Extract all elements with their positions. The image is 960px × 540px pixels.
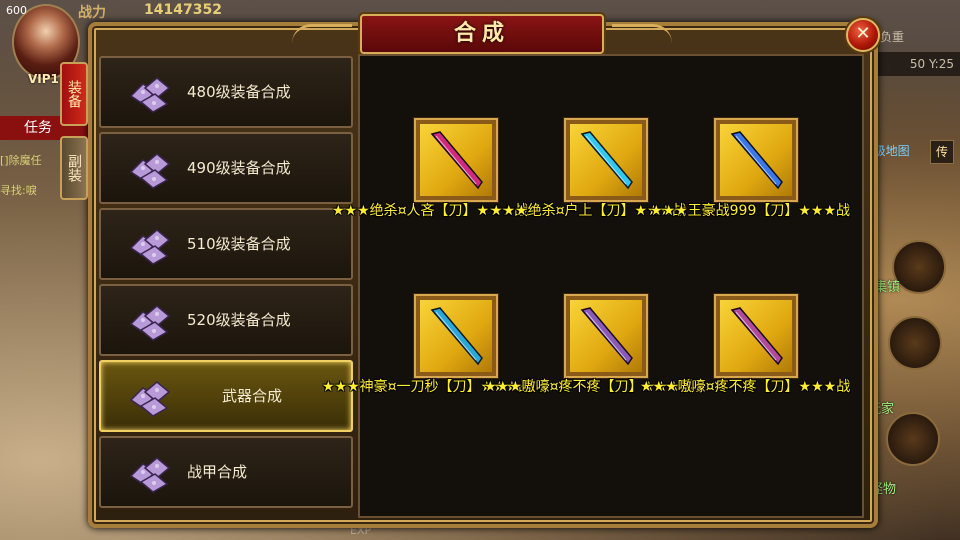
blade-weapon-icon — [730, 307, 783, 366]
gem-cluster-icon — [129, 77, 171, 113]
list-item-label: 520级装备合成 — [187, 311, 291, 329]
gem-cluster-icon — [129, 457, 171, 493]
blade-weapon-icon — [730, 131, 783, 190]
list-item-480[interactable]: 480级装备合成 — [99, 56, 353, 128]
blade-weapon-icon — [580, 307, 633, 366]
list-item-weapon[interactable]: 武器合成 — [99, 360, 353, 432]
list-item-label: 490级装备合成 — [187, 159, 291, 177]
list-item-label: 武器合成 — [221, 387, 282, 405]
side-action-button[interactable] — [886, 412, 940, 466]
item-name-label: ★★★王豪战999【刀】★★★战 — [650, 203, 851, 219]
blade-weapon-icon — [580, 131, 633, 190]
blade-weapon-icon — [430, 131, 483, 190]
gem-cluster-icon — [129, 305, 171, 341]
coordinates-readout: 50 Y:25 — [866, 52, 960, 76]
list-item-490[interactable]: 490级装备合成 — [99, 132, 353, 204]
weapon-slot[interactable] — [716, 296, 796, 376]
weapon-slot[interactable] — [566, 296, 646, 376]
weapon-slot[interactable] — [416, 120, 496, 200]
player-level: 600 — [6, 4, 27, 17]
list-item-label: 战甲合成 — [187, 463, 248, 481]
tab-sub-equipment-label: 副装 — [66, 154, 82, 182]
side-action-button[interactable] — [888, 316, 942, 370]
vip-badge[interactable]: VIP1 — [28, 72, 59, 86]
dialog-title: 合成 — [453, 20, 510, 46]
list-item-armor[interactable]: 战甲合成 — [99, 436, 353, 508]
tab-equipment-label: 装备 — [66, 80, 82, 108]
list-item-label: 510级装备合成 — [187, 235, 291, 253]
weapon-slot[interactable] — [566, 120, 646, 200]
tab-sub-equipment[interactable]: 副装 — [60, 136, 88, 200]
list-item-520[interactable]: 520级装备合成 — [99, 284, 353, 356]
combat-power-label: 战力 — [78, 5, 106, 21]
category-list: 480级装备合成 490级装备合成 510级装备合成 520级装备合成 武器合成… — [95, 54, 357, 518]
close-icon[interactable]: ✕ — [848, 20, 878, 50]
gem-cluster-icon — [129, 153, 171, 189]
combat-power-value: 14147352 — [144, 2, 222, 18]
teleport-button[interactable]: 传 — [930, 140, 954, 164]
weapon-slot[interactable] — [416, 296, 496, 376]
item-name-label: ★★★嗷嚎¤疼不疼【刀】★★★战 — [640, 379, 851, 395]
blade-weapon-icon — [430, 307, 483, 366]
weapon-slot[interactable] — [716, 120, 796, 200]
list-item-label: 480级装备合成 — [187, 83, 291, 101]
tab-equipment[interactable]: 装备 — [60, 62, 88, 126]
dialog-title-plate: 合成 — [292, 14, 672, 54]
gem-cluster-icon — [129, 229, 171, 265]
weight-label: 负重 — [880, 30, 905, 44]
close-button[interactable]: ✕ — [846, 18, 880, 52]
list-item-510[interactable]: 510级装备合成 — [99, 208, 353, 280]
side-action-button[interactable] — [892, 240, 946, 294]
